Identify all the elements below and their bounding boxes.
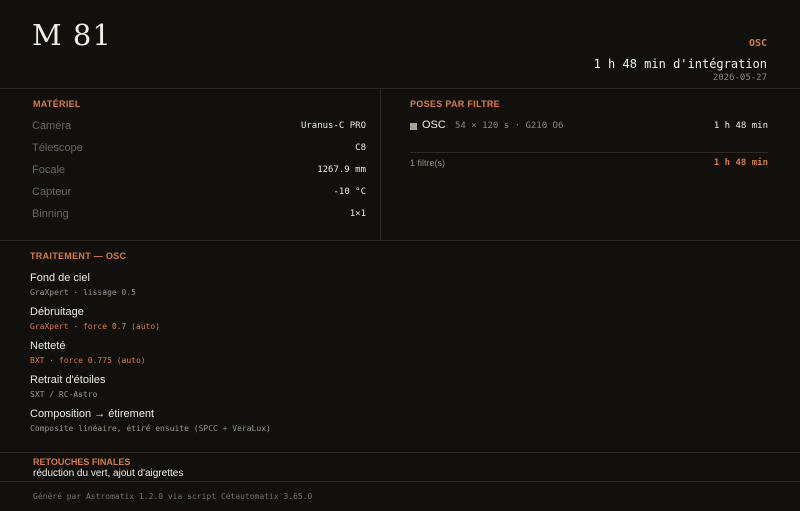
page-title: M 81: [32, 18, 112, 52]
divider-traitement: [0, 240, 800, 241]
materiel-key: Télescope: [32, 142, 83, 154]
divider-header: [0, 88, 800, 89]
traitement-label: TRAITEMENT — OSC: [30, 251, 127, 261]
step-detail: SXT / RC-Astro: [30, 390, 98, 399]
step-composition: Composition → étirement Composite linéai…: [30, 408, 530, 433]
poses-filter-count: 1 filtre(s): [410, 158, 446, 168]
step-title: Débruitage: [30, 306, 84, 318]
filter-swatch-icon: [410, 123, 417, 130]
materiel-key: Focale: [32, 164, 66, 176]
header-filter: OSC: [748, 38, 767, 49]
footer-credit: Généré par Astromatix 1.2.0 via script C…: [33, 492, 313, 501]
materiel-label: MATÉRIEL: [33, 99, 81, 109]
step-detail: Composite linéaire, étiré ensuite (SPCC …: [30, 424, 271, 433]
materiel-row-capteur: Capteur -10 °C: [32, 186, 366, 200]
materiel-value: C8: [355, 143, 366, 153]
step-nettete: Netteté BXT · force 0.775 (auto): [30, 340, 530, 365]
pose-duration: 1 h 48 min: [713, 121, 768, 131]
step-title: Fond de ciel: [30, 272, 90, 284]
materiel-row-telescope: Télescope C8: [32, 142, 366, 156]
materiel-value: Uranus-C PRO: [300, 121, 366, 131]
materiel-row-camera: Caméra Uranus-C PRO: [32, 120, 366, 134]
materiel-value: -10 °C: [333, 187, 366, 197]
poses-divider: [410, 152, 768, 153]
header-total-integration: 1 h 48 min d'intégration: [593, 57, 767, 71]
retouches-label: RETOUCHES FINALES: [33, 457, 131, 467]
divider-vertical: [380, 88, 381, 240]
divider-retouches: [0, 452, 800, 453]
step-detail: GraXpert · lissage 0.5: [30, 288, 136, 297]
materiel-key: Binning: [32, 208, 69, 220]
header-date: 2026-05-27: [712, 73, 767, 83]
divider-footer: [0, 481, 800, 482]
materiel-row-focale: Focale 1267.9 mm: [32, 164, 366, 178]
retouches-text: réduction du vert, ajout d'aigrettes: [33, 468, 184, 479]
pose-detail: 54 × 120 s · G210 O6: [455, 121, 564, 131]
materiel-key: Caméra: [32, 120, 72, 132]
header: M 81 OSC 1 h 48 min d'intégration 2026-0…: [0, 0, 800, 88]
poses-total: 1 h 48 min: [713, 158, 768, 168]
step-detail: BXT · force 0.775 (auto): [30, 356, 146, 365]
materiel-row-binning: Binning 1×1: [32, 208, 366, 222]
step-retrait-etoiles: Retrait d'étoiles SXT / RC-Astro: [30, 374, 530, 399]
step-detail: GraXpert · force 0.7 (auto): [30, 322, 161, 331]
pose-filter-name: OSC: [422, 119, 446, 131]
step-title: Composition → étirement: [30, 408, 155, 420]
poses-label: POSES PAR FILTRE: [410, 99, 500, 109]
step-title: Retrait d'étoiles: [30, 374, 106, 386]
step-fond-de-ciel: Fond de ciel GraXpert · lissage 0.5: [30, 272, 530, 297]
step-title: Netteté: [30, 340, 66, 352]
materiel-key: Capteur: [32, 186, 72, 198]
materiel-value: 1×1: [349, 209, 366, 219]
materiel-value: 1267.9 mm: [317, 165, 366, 175]
step-debruitage: Débruitage GraXpert · force 0.7 (auto): [30, 306, 530, 331]
pose-row-osc: OSC 54 × 120 s · G210 O6 1 h 48 min: [410, 119, 768, 135]
